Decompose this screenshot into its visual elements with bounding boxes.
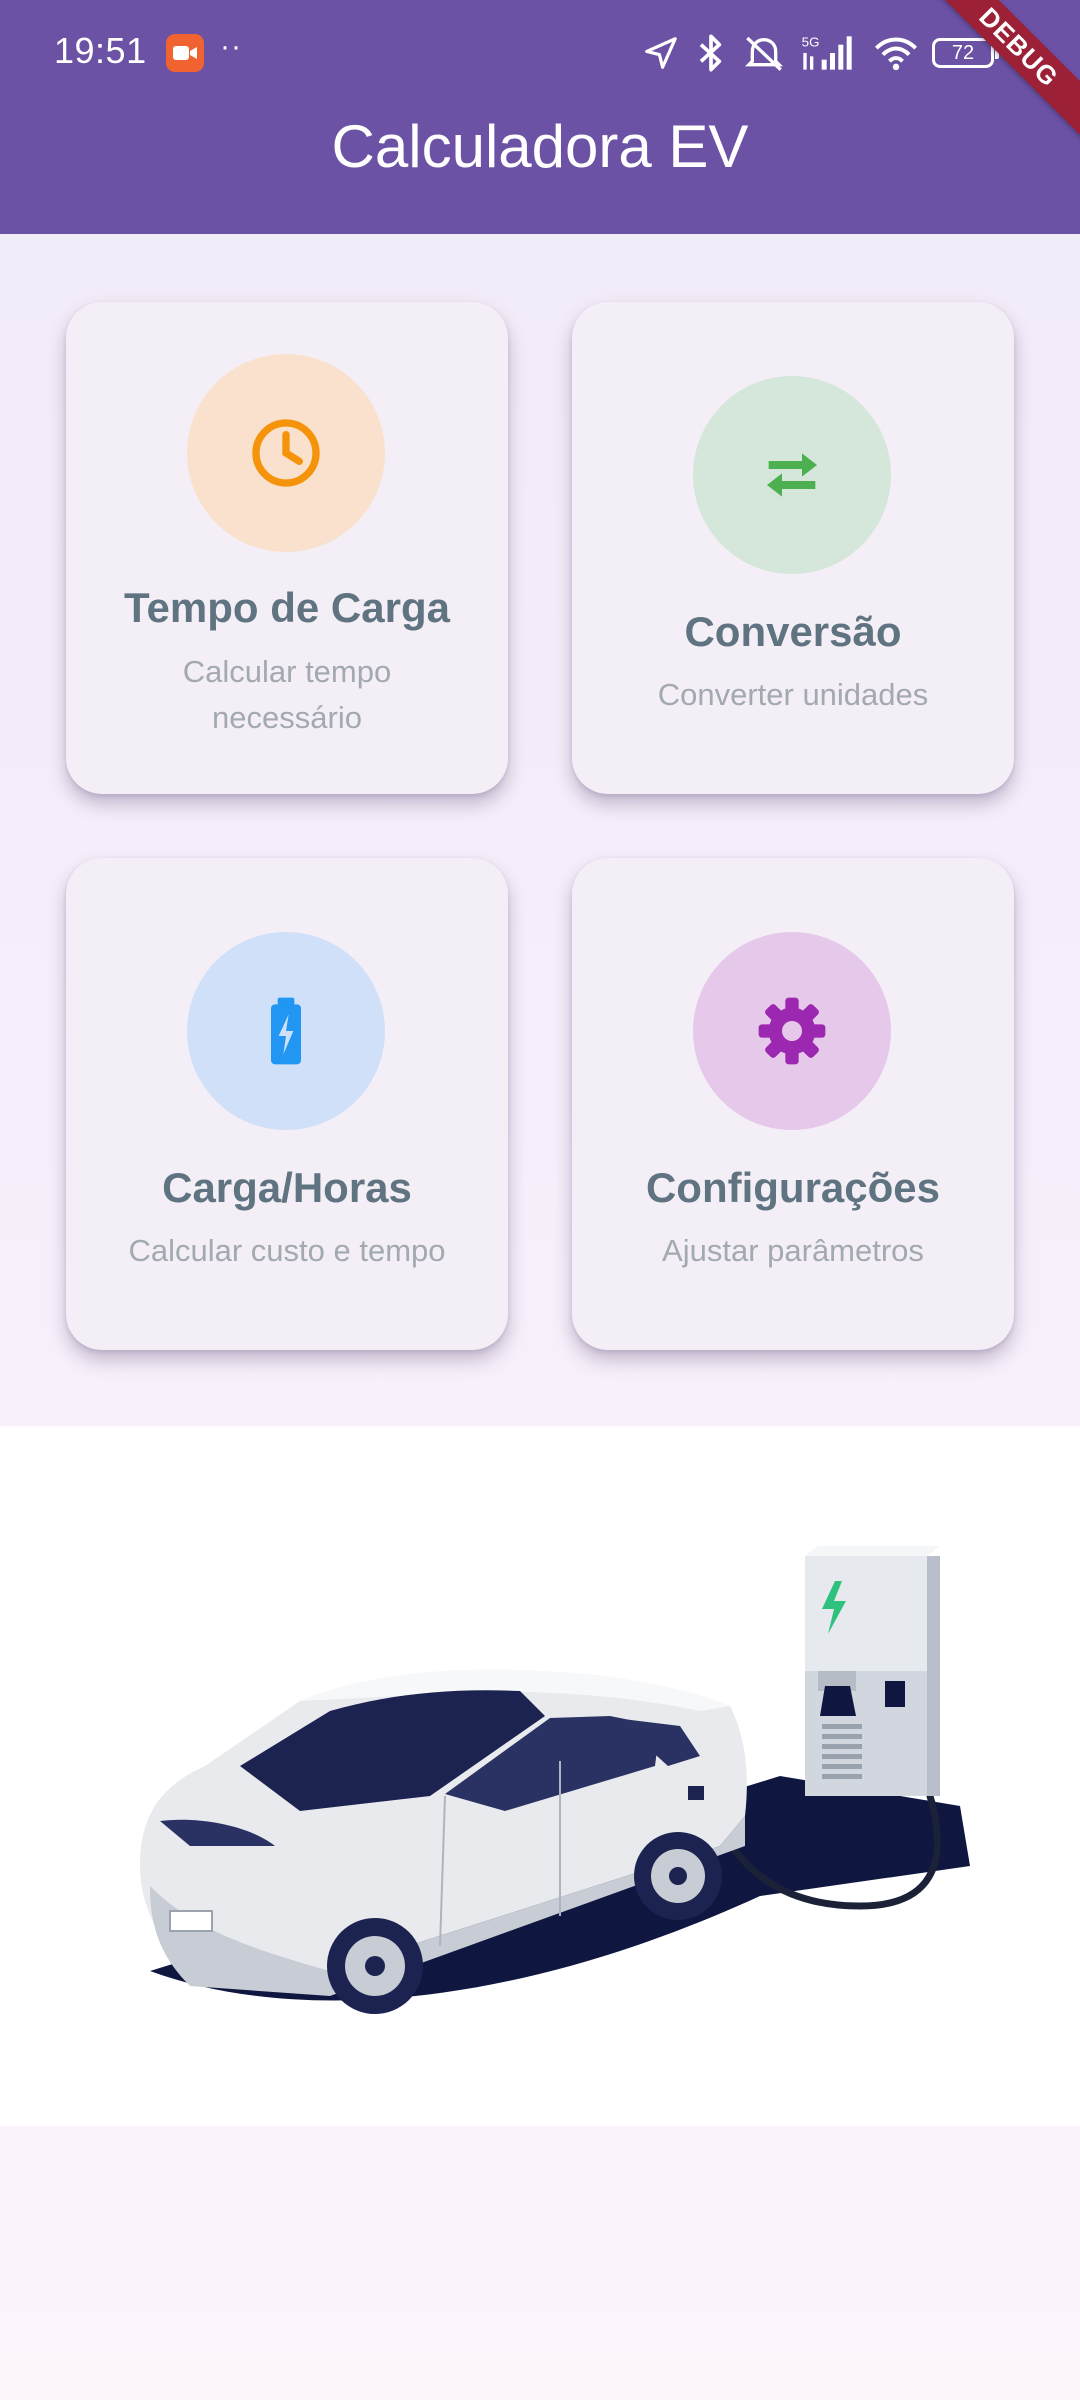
status-time: 19:51: [54, 30, 147, 71]
battery-charging-icon: [271, 997, 301, 1065]
swap-arrows-icon: [767, 453, 817, 497]
card-title: Carga/Horas: [162, 1164, 412, 1211]
notification-dots: ··: [220, 30, 242, 63]
app-bar: 19:51 ·· 5G 72 DEBUG Calculadora EV: [0, 0, 1080, 234]
card-subtitle: Converter unidades: [657, 677, 929, 712]
wifi-icon: [874, 35, 918, 71]
card-icon-circle: [187, 354, 385, 552]
svg-text:5G: 5G: [802, 34, 820, 49]
card-title: Configurações: [645, 1164, 941, 1211]
card-title: Tempo de Carga: [124, 584, 450, 631]
signal-icon: 5G: [800, 33, 860, 73]
card-icon-circle: [693, 376, 891, 574]
gear-icon: [758, 997, 826, 1065]
card-tempo-de-carga[interactable]: Tempo de Carga Calcular tempo necessário: [66, 302, 508, 794]
card-conversao[interactable]: Conversão Converter unidades: [572, 302, 1014, 794]
clock-icon: [252, 419, 320, 487]
card-configuracoes[interactable]: Configurações Ajustar parâmetros: [572, 858, 1014, 1350]
mute-icon: [742, 33, 786, 73]
card-subtitle: Calcular tempo necessário: [182, 654, 392, 735]
bluetooth-icon: [694, 33, 728, 73]
charging-station: [805, 1546, 940, 1796]
page-title: Calculadora EV: [331, 113, 749, 180]
card-carga-horas[interactable]: Carga/Horas Calcular custo e tempo: [66, 858, 508, 1350]
ev-charging-illustration: [0, 1426, 1080, 2126]
camera-record-icon: [166, 34, 204, 72]
card-icon-circle: [187, 932, 385, 1130]
card-icon-circle: [693, 932, 891, 1130]
location-arrow-icon: [642, 34, 680, 72]
status-bar: 19:51 ·· 5G 72: [0, 0, 1080, 105]
card-subtitle: Ajustar parâmetros: [662, 1233, 924, 1268]
card-subtitle: Calcular custo e tempo: [128, 1233, 446, 1268]
status-icons: 5G 72: [642, 30, 999, 76]
battery-icon: 72: [932, 38, 999, 68]
card-title: Conversão: [684, 608, 902, 655]
